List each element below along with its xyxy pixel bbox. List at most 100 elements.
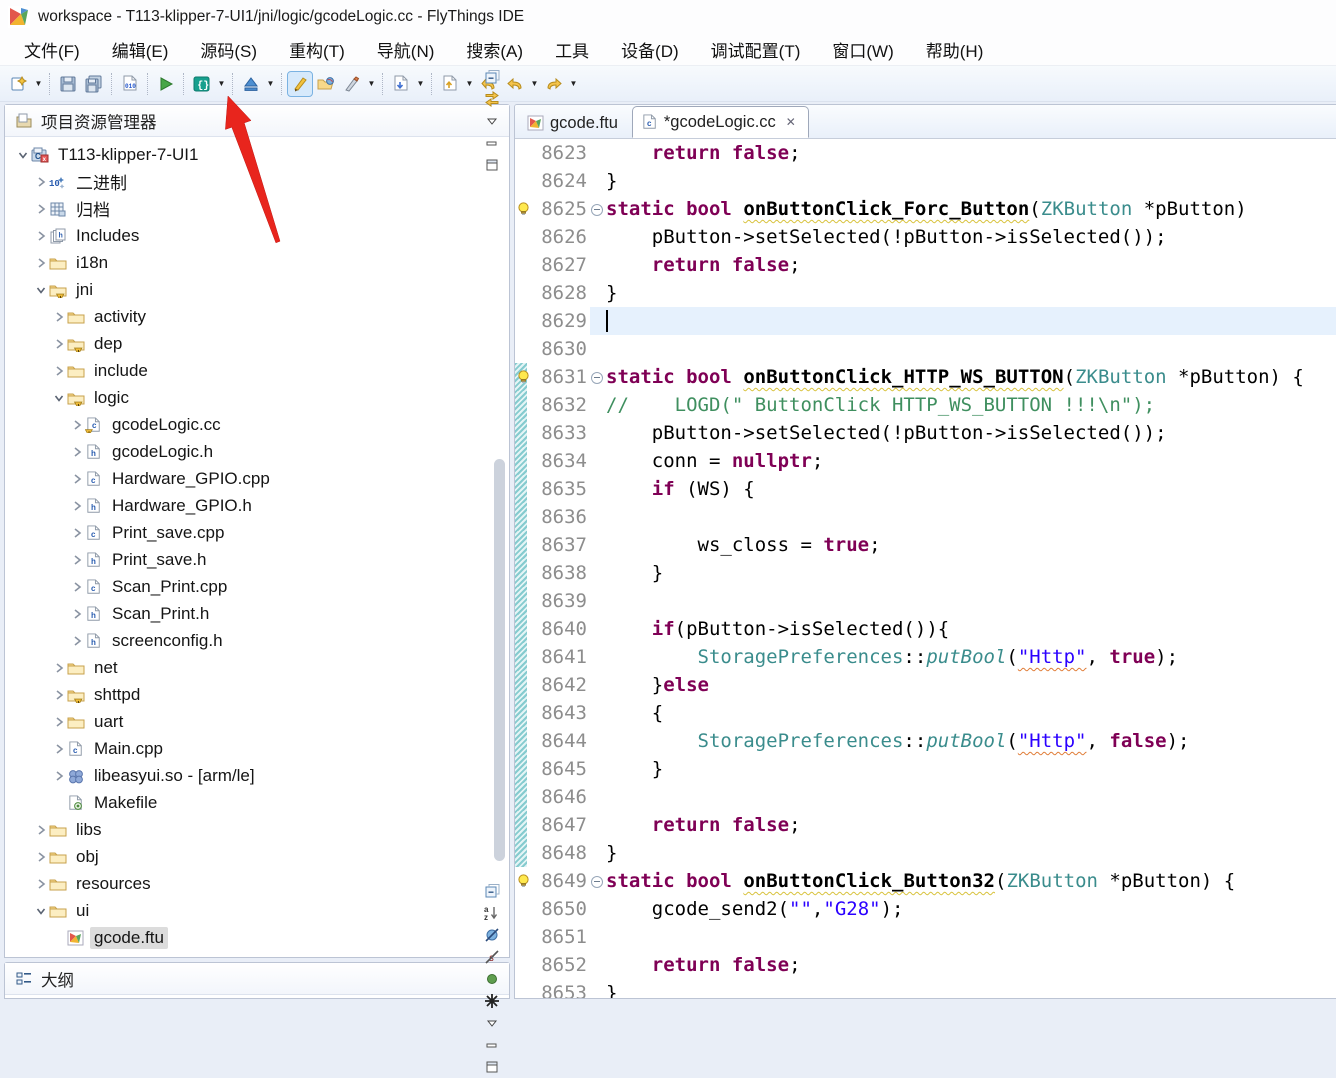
collapse-all-icon[interactable] — [481, 66, 503, 88]
tree-item-main-cpp[interactable]: cMain.cpp — [5, 735, 509, 762]
quickfix-bulb-icon[interactable] — [516, 201, 531, 217]
open-folder-icon[interactable] — [314, 72, 338, 96]
code-line-8644[interactable]: 8644 StoragePreferences::putBool("Http",… — [515, 727, 1336, 755]
editor-tab--gcodelogic-cc[interactable]: c*gcodeLogic.cc✕ — [632, 106, 809, 138]
code-text[interactable]: // LOGD(" ButtonClick HTTP_WS_BUTTON !!!… — [606, 391, 1336, 419]
collapse-all-icon[interactable] — [481, 880, 503, 902]
code-text[interactable] — [606, 783, 1336, 811]
expander-open-icon[interactable] — [33, 282, 49, 298]
explorer-scrollbar[interactable] — [494, 459, 505, 861]
import-doc-icon[interactable] — [389, 72, 413, 96]
dropdown-arrow-icon[interactable]: ▼ — [414, 72, 427, 96]
code-text[interactable]: StoragePreferences::putBool("Http", fals… — [606, 727, 1336, 755]
code-text[interactable]: } — [606, 559, 1336, 587]
save-all-icon[interactable] — [82, 72, 106, 96]
tree-item-includes[interactable]: hIncludes — [5, 222, 509, 249]
code-text[interactable]: } — [606, 839, 1336, 867]
menu-item-5[interactable]: 搜索(A) — [454, 34, 535, 65]
code-line-8651[interactable]: 8651 — [515, 923, 1336, 951]
code-text[interactable]: return false; — [606, 811, 1336, 839]
menu-item-4[interactable]: 导航(N) — [365, 34, 447, 65]
code-line-8642[interactable]: 8642 }else — [515, 671, 1336, 699]
code-line-8628[interactable]: 8628} — [515, 279, 1336, 307]
code-text[interactable]: } — [606, 279, 1336, 307]
dropdown-arrow-icon[interactable]: ▼ — [463, 72, 476, 96]
code-text[interactable]: }else — [606, 671, 1336, 699]
expander-closed-icon[interactable] — [51, 741, 67, 757]
tree-item-i18n[interactable]: i18n — [5, 249, 509, 276]
braces-icon[interactable]: {} — [190, 72, 214, 96]
code-line-8639[interactable]: 8639 — [515, 587, 1336, 615]
expander-closed-icon[interactable] — [33, 174, 49, 190]
tree-item-print-save-h[interactable]: hPrint_save.h — [5, 546, 509, 573]
expander-closed-icon[interactable] — [69, 633, 85, 649]
code-text[interactable]: pButton->setSelected(!pButton->isSelecte… — [606, 223, 1336, 251]
expander-closed-icon[interactable] — [51, 714, 67, 730]
expander-closed-icon[interactable] — [69, 525, 85, 541]
back-icon[interactable] — [503, 72, 527, 96]
fold-marker-icon[interactable] — [590, 867, 606, 895]
code-text[interactable]: if (WS) { — [606, 475, 1336, 503]
code-line-8624[interactable]: 8624} — [515, 167, 1336, 195]
code-text[interactable]: static bool onButtonClick_Button32(ZKBut… — [606, 867, 1336, 895]
code-line-8648[interactable]: 8648} — [515, 839, 1336, 867]
tree-item-include[interactable]: include — [5, 357, 509, 384]
expander-open-icon[interactable] — [51, 390, 67, 406]
tree-item-hardware-gpio-cpp[interactable]: cHardware_GPIO.cpp — [5, 465, 509, 492]
expander-closed-icon[interactable] — [51, 687, 67, 703]
tree-item-resources[interactable]: resources — [5, 870, 509, 897]
code-line-8640[interactable]: 8640 if(pButton->isSelected()){ — [515, 615, 1336, 643]
code-line-8641[interactable]: 8641 StoragePreferences::putBool("Http",… — [515, 643, 1336, 671]
expander-closed-icon[interactable] — [69, 444, 85, 460]
code-line-8649[interactable]: 8649static bool onButtonClick_Button32(Z… — [515, 867, 1336, 895]
expander-open-icon[interactable] — [15, 147, 31, 163]
code-line-8636[interactable]: 8636 — [515, 503, 1336, 531]
code-text[interactable]: static bool onButtonClick_Forc_Button(ZK… — [606, 195, 1336, 223]
menu-item-10[interactable]: 帮助(H) — [914, 34, 996, 65]
tree-item-obj[interactable]: obj — [5, 843, 509, 870]
code-text[interactable]: ws_closs = true; — [606, 531, 1336, 559]
code-text[interactable]: return false; — [606, 139, 1336, 167]
code-text[interactable]: if(pButton->isSelected()){ — [606, 615, 1336, 643]
binary-doc-icon[interactable]: 010 — [118, 72, 142, 96]
expander-closed-icon[interactable] — [33, 849, 49, 865]
expander-closed-icon[interactable] — [51, 336, 67, 352]
menu-item-3[interactable]: 重构(T) — [277, 34, 357, 65]
code-line-8650[interactable]: 8650 gcode_send2("","G28"); — [515, 895, 1336, 923]
run-icon[interactable] — [154, 72, 178, 96]
filter-dot-icon[interactable] — [481, 968, 503, 990]
tree-item-screenconfig-h[interactable]: hscreenconfig.h — [5, 627, 509, 654]
tree-item-makefile[interactable]: Makefile — [5, 789, 509, 816]
dropdown-arrow-icon[interactable]: ▼ — [264, 72, 277, 96]
tree-item-logic[interactable]: logic — [5, 384, 509, 411]
minimize-icon[interactable] — [481, 1034, 503, 1056]
code-line-8630[interactable]: 8630 — [515, 335, 1336, 363]
code-text[interactable] — [606, 335, 1336, 363]
tree-item-gcodelogic-h[interactable]: hgcodeLogic.h — [5, 438, 509, 465]
maximize-icon[interactable] — [481, 1056, 503, 1078]
code-line-8629[interactable]: 8629 — [515, 307, 1336, 335]
menu-item-0[interactable]: 文件(F) — [12, 34, 92, 65]
expander-closed-icon[interactable] — [33, 228, 49, 244]
tree-item-dep[interactable]: dep — [5, 330, 509, 357]
code-text[interactable]: return false; — [606, 951, 1336, 979]
expander-closed-icon[interactable] — [33, 876, 49, 892]
expander-closed-icon[interactable] — [51, 768, 67, 784]
code-line-8646[interactable]: 8646 — [515, 783, 1336, 811]
menu-item-8[interactable]: 调试配置(T) — [699, 34, 813, 65]
code-text[interactable] — [606, 587, 1336, 615]
code-text[interactable]: } — [606, 167, 1336, 195]
expander-closed-icon[interactable] — [69, 579, 85, 595]
tree-item-libeasyui-so-arm-le-[interactable]: libeasyui.so - [arm/le] — [5, 762, 509, 789]
code-text[interactable]: { — [606, 699, 1336, 727]
tree-item--[interactable]: 归档 — [5, 195, 509, 222]
tree-item--[interactable]: 10二进制 — [5, 168, 509, 195]
code-line-8653[interactable]: 8653} — [515, 979, 1336, 999]
hide-static-icon[interactable]: s — [481, 946, 503, 968]
tree-item-libs[interactable]: libs — [5, 816, 509, 843]
view-menu-icon[interactable] — [481, 110, 503, 132]
quickfix-bulb-icon[interactable] — [516, 873, 531, 889]
code-text[interactable] — [606, 307, 1336, 335]
code-line-8625[interactable]: 8625static bool onButtonClick_Forc_Butto… — [515, 195, 1336, 223]
code-text[interactable]: StoragePreferences::putBool("Http", true… — [606, 643, 1336, 671]
